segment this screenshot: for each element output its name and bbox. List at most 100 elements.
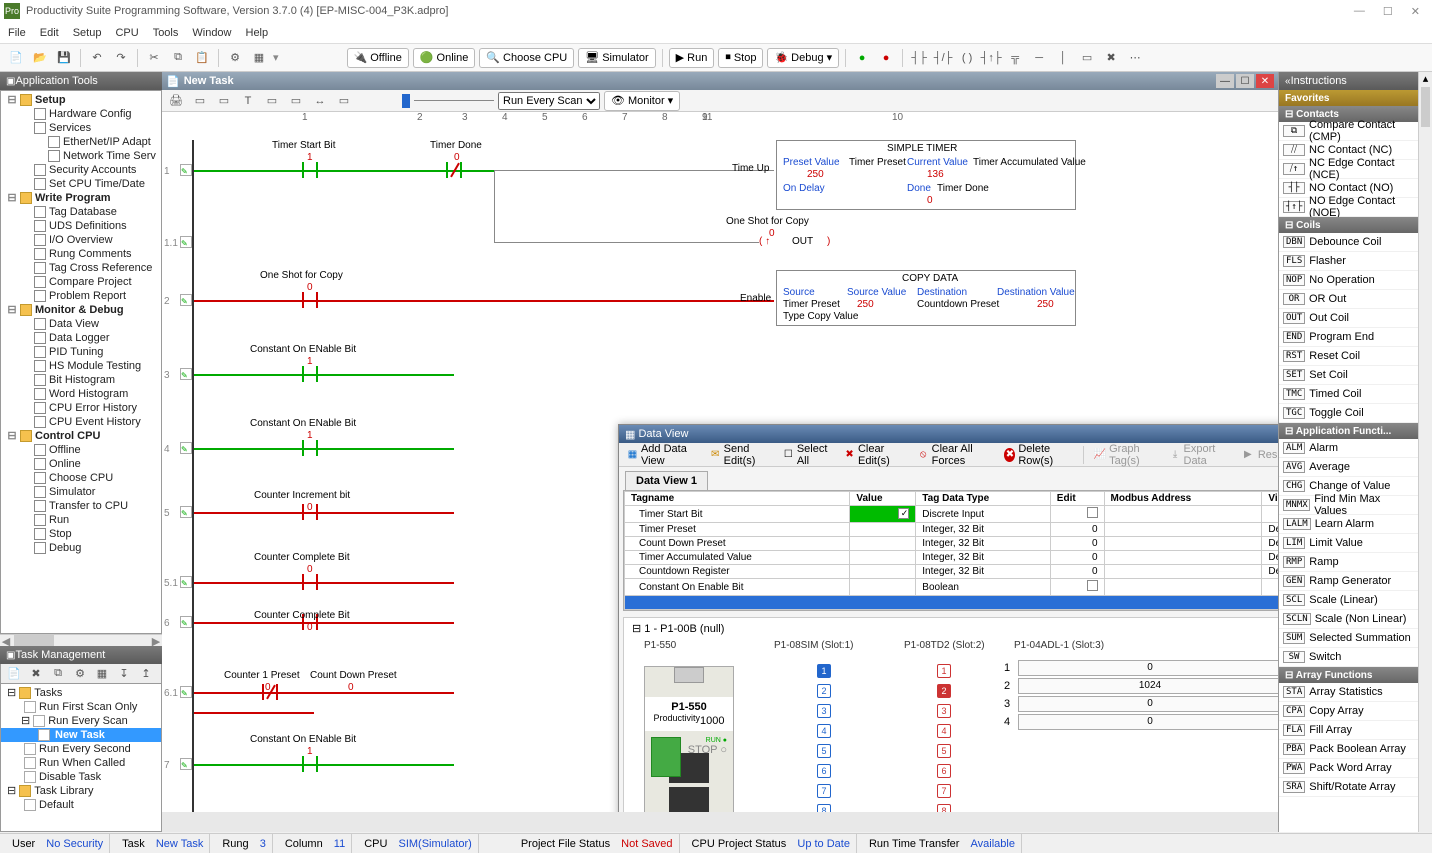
et-b4-icon[interactable]: ▭ <box>334 91 354 111</box>
slot2-led-8[interactable]: 8 <box>937 804 951 812</box>
menu-edit[interactable]: Edit <box>40 27 59 39</box>
slot1-led-5[interactable]: 5 <box>817 744 831 758</box>
instruction-item[interactable]: RMPRamp <box>1279 553 1418 572</box>
misc-icon[interactable]: ⋯ <box>1125 48 1145 68</box>
instruction-item[interactable]: SCLScale (Linear) <box>1279 591 1418 610</box>
slot1-leds[interactable]: 1 2 3 4 5 6 7 8 <box>804 658 844 812</box>
debug-button[interactable]: 🐞 Debug ▾ <box>767 48 839 68</box>
slot3-analog[interactable]: 100▴▾210241,024▴▾300▴▾400▴▾ <box>1004 658 1278 732</box>
instruction-item[interactable]: DBNDebounce Coil <box>1279 233 1418 252</box>
et-ab-icon[interactable]: ▭ <box>262 91 282 111</box>
tree-item[interactable]: Tag Database <box>1 205 161 219</box>
instruction-item[interactable]: SETSet Coil <box>1279 366 1418 385</box>
task-new-icon[interactable]: 📄 <box>4 664 24 684</box>
instr-category-header[interactable]: ⊟ Coils <box>1279 217 1418 233</box>
tree-item[interactable]: Data Logger <box>1 331 161 345</box>
instr-category-header[interactable]: ⊟ Application Functi... <box>1279 423 1418 439</box>
rung-edit-button[interactable]: ✎ <box>180 686 192 698</box>
instruction-item[interactable]: OUTOut Coil <box>1279 309 1418 328</box>
export-data-button[interactable]: ⤓Export Data <box>1166 442 1233 468</box>
rung-edit-button[interactable]: ✎ <box>180 758 192 770</box>
tree-item[interactable]: UDS Definitions <box>1 219 161 233</box>
add-data-view-button[interactable]: ▦Add Data View <box>623 442 702 468</box>
et-print-icon[interactable]: 🖨 <box>166 91 186 111</box>
tree-item[interactable]: Debug <box>1 541 161 555</box>
box-icon[interactable]: ▭ <box>1077 48 1097 68</box>
application-tools-tree[interactable]: ⊟ Setup Hardware Config Services EtherNe… <box>0 90 162 634</box>
paste-icon[interactable]: 📋 <box>192 48 212 68</box>
tree-item[interactable]: ⊟ Setup <box>1 93 161 107</box>
slot2-leds[interactable]: 1 2 3 4 5 6 7 8 <box>924 658 964 812</box>
instruction-item[interactable]: NOPNo Operation <box>1279 271 1418 290</box>
tree-item[interactable]: Simulator <box>1 485 161 499</box>
menu-tools[interactable]: Tools <box>153 27 179 39</box>
instruction-item[interactable]: SRAShift/Rotate Array <box>1279 778 1418 797</box>
contact-no-icon[interactable]: ┤├ <box>909 48 929 68</box>
open-icon[interactable]: 📂 <box>30 48 50 68</box>
analog-channel[interactable]: 100▴▾ <box>1004 660 1278 676</box>
instruction-item[interactable]: FLSFlasher <box>1279 252 1418 271</box>
menu-cpu[interactable]: CPU <box>115 27 138 39</box>
tree-item[interactable]: Set CPU Time/Date <box>1 177 161 191</box>
tree-item[interactable]: ⊟ Write Program <box>1 191 161 205</box>
tree-item[interactable]: Transfer to CPU <box>1 499 161 513</box>
instruction-item[interactable]: ALMAlarm <box>1279 439 1418 458</box>
slot1-led-2[interactable]: 2 <box>817 684 831 698</box>
instruction-item[interactable]: ENDProgram End <box>1279 328 1418 347</box>
tree-item[interactable]: Bit Histogram <box>1 373 161 387</box>
copy-icon[interactable]: ⧉ <box>168 48 188 68</box>
hardware-panel[interactable]: ⊟ 1 - P1-00B (null) P1-550 P1-08SIM (Slo… <box>623 617 1278 812</box>
analog-channel[interactable]: 210241,024▴▾ <box>1004 678 1278 694</box>
new-icon[interactable]: 📄 <box>6 48 26 68</box>
dv-col-header[interactable]: Value <box>850 492 916 506</box>
select-all-button[interactable]: ☐Select All <box>779 442 836 468</box>
tree-item[interactable]: CPU Event History <box>1 415 161 429</box>
instruction-item[interactable]: ⧸↑NC Edge Contact (NCE) <box>1279 160 1418 179</box>
editor-close-button[interactable]: ✕ <box>1256 74 1274 88</box>
task-item[interactable]: Run First Scan Only <box>1 700 161 714</box>
menu-window[interactable]: Window <box>192 27 231 39</box>
data-view-grid[interactable]: TagnameValueTag Data TypeEditModbus Addr… <box>623 490 1278 611</box>
dv-row[interactable]: Count Down PresetInteger, 32 Bit0Decimal <box>625 537 1279 551</box>
menu-file[interactable]: File <box>8 27 26 39</box>
slot1-led-8[interactable]: 8 <box>817 804 831 812</box>
instruction-item[interactable]: CPACopy Array <box>1279 702 1418 721</box>
simple-timer-box[interactable]: SIMPLE TIMER Preset Value Timer Preset 2… <box>776 140 1076 210</box>
instruction-item[interactable]: AVGAverage <box>1279 458 1418 477</box>
branch-icon[interactable]: ╦ <box>1005 48 1025 68</box>
task-item[interactable]: ⊟ Task Library <box>1 784 161 798</box>
instruction-item[interactable]: FLAFill Array <box>1279 721 1418 740</box>
editor-min-button[interactable]: — <box>1216 74 1234 88</box>
et-b3-icon[interactable]: ▭ <box>286 91 306 111</box>
instruction-item[interactable]: STAArray Statistics <box>1279 683 1418 702</box>
tree-item[interactable]: Services <box>1 121 161 135</box>
data-view-titlebar[interactable]: ▦ Data View × <box>619 425 1278 443</box>
menu-setup[interactable]: Setup <box>73 27 102 39</box>
tree-item[interactable]: Tag Cross Reference <box>1 261 161 275</box>
tree-item[interactable]: Network Time Serv <box>1 149 161 163</box>
offline-button[interactable]: 🔌 Offline <box>347 48 409 68</box>
online-button[interactable]: 🟢 Online <box>413 48 476 68</box>
scan-select[interactable]: Run Every Scan <box>498 92 600 110</box>
instructions-panel[interactable]: « Instructions Favorites⊟ Contacts⧉Compa… <box>1278 72 1418 832</box>
dv-col-header[interactable]: Tag Data Type <box>916 492 1051 506</box>
send-edits-button[interactable]: ✉Send Edit(s) <box>706 442 775 468</box>
data-view-tab[interactable]: Data View 1 <box>625 471 708 490</box>
task-item[interactable]: Default <box>1 798 161 812</box>
tree-item[interactable]: Problem Report <box>1 289 161 303</box>
tree-item[interactable]: ⊟ Monitor & Debug <box>1 303 161 317</box>
run-button[interactable]: ▶ Run <box>669 48 715 68</box>
dv-col-header[interactable]: Tagname <box>625 492 850 506</box>
task-item[interactable]: Disable Task <box>1 770 161 784</box>
task-del-icon[interactable]: ✖ <box>26 664 46 684</box>
instruction-item[interactable]: TGCToggle Coil <box>1279 404 1418 423</box>
instruction-item[interactable]: OROR Out <box>1279 290 1418 309</box>
analog-channel[interactable]: 400▴▾ <box>1004 714 1278 730</box>
line-icon[interactable]: ─ <box>1029 48 1049 68</box>
monitor-button[interactable]: 👁 Monitor ▾ <box>604 91 680 111</box>
dv-row[interactable]: Countdown RegisterInteger, 32 Bit0Decima… <box>625 565 1279 579</box>
slot2-led-6[interactable]: 6 <box>937 764 951 778</box>
tree-item[interactable]: Rung Comments <box>1 247 161 261</box>
line-v-icon[interactable]: │ <box>1053 48 1073 68</box>
save-icon[interactable]: 💾 <box>54 48 74 68</box>
